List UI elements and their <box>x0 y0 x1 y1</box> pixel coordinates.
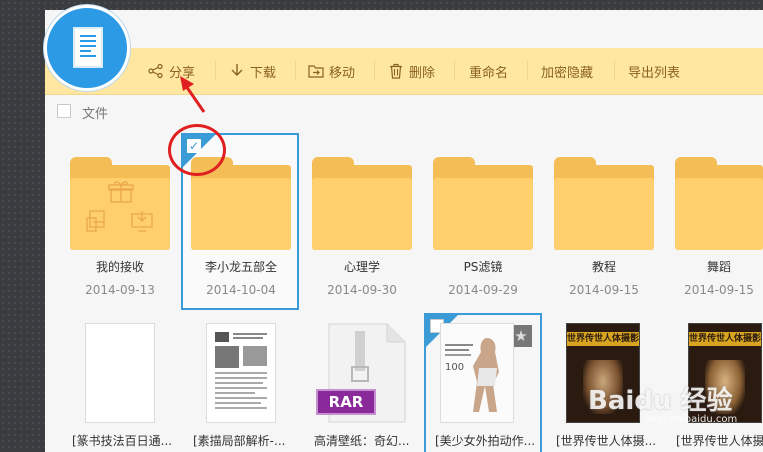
file-name: 高清壁纸：奇幻... <box>314 434 410 448</box>
folder-item[interactable]: 舞蹈 2014-09-15 <box>675 154 763 304</box>
rename-button[interactable]: 重命名 <box>469 48 508 94</box>
folder-date: 2014-09-30 <box>327 283 397 297</box>
watermark-url: jingyan.baidu.com <box>645 414 738 425</box>
move-button[interactable]: 移动 <box>308 48 355 94</box>
folder-item[interactable]: 我的接收 2014-09-13 <box>70 154 170 304</box>
watermark: Baidu 经验 <box>588 386 733 416</box>
move-label: 移动 <box>329 65 356 81</box>
folder-name: 我的接收 <box>95 260 144 274</box>
folder-date: 2014-09-15 <box>569 283 639 297</box>
export-list-label: 导出列表 <box>628 65 681 81</box>
toolbar-divider <box>295 61 296 81</box>
folder-icon <box>433 154 533 250</box>
folder-item[interactable]: 心理学 2014-09-30 <box>312 154 412 304</box>
toolbar-divider <box>374 61 375 81</box>
rar-archive-thumbnail: RAR <box>316 323 407 423</box>
book-page-preview <box>215 332 267 409</box>
annotation-circle <box>168 124 226 176</box>
folder-date: 2014-09-15 <box>684 283 754 297</box>
document-inbox-icon <box>86 210 105 232</box>
file-name: [篆书技法百日通... <box>72 434 173 448</box>
rename-label: 重命名 <box>469 65 509 81</box>
folder-name: PS滤镜 <box>463 260 503 274</box>
folder-item[interactable]: 李小龙五部全 2014-10-04 <box>191 154 291 304</box>
delete-button[interactable]: 删除 <box>388 48 435 94</box>
trash-icon <box>390 63 402 79</box>
folder-name: 心理学 <box>343 260 380 274</box>
folder-item[interactable]: PS滤镜 2014-09-29 <box>433 154 533 304</box>
sketch-book-thumbnail <box>206 323 276 423</box>
book-title: 世界传世人体摄影 <box>689 332 761 346</box>
gift-icon <box>108 181 134 203</box>
export-list-button[interactable]: 导出列表 <box>628 48 680 94</box>
blank-document-thumbnail <box>85 323 155 423</box>
delete-label: 删除 <box>409 65 436 81</box>
file-name: [世界传世人体摄... <box>676 434 763 448</box>
toolbar-divider <box>614 61 615 81</box>
encrypt-hide-label: 加密隐藏 <box>541 65 594 81</box>
annotation-arrow-icon <box>180 76 206 113</box>
book-title: 世界传世人体摄影 <box>567 332 639 346</box>
monitor-download-icon <box>131 211 153 232</box>
magazine-number: 100 <box>445 362 465 373</box>
file-name: [美少女外拍动作... <box>435 434 536 448</box>
folder-date: 2014-10-04 <box>206 283 276 297</box>
download-label: 下载 <box>250 65 277 81</box>
folder-icon <box>70 154 170 250</box>
app-logo <box>44 5 130 91</box>
folder-icon <box>554 154 654 250</box>
toolbar-divider <box>215 61 216 81</box>
toolbar-divider <box>454 61 455 81</box>
folder-icon <box>312 154 412 250</box>
list-header: 文件 <box>45 94 763 128</box>
folder-name: 教程 <box>591 260 616 274</box>
select-all-checkbox[interactable] <box>57 104 71 118</box>
magazine-thumbnail: 100 <box>440 323 514 423</box>
rar-badge: RAR <box>316 389 376 415</box>
folder-icon <box>675 154 763 250</box>
document-icon <box>73 27 103 68</box>
folder-date: 2014-09-13 <box>85 283 155 297</box>
download-icon <box>231 64 243 76</box>
folder-date: 2014-09-29 <box>448 283 518 297</box>
share-icon <box>148 63 163 79</box>
toolbar-divider <box>527 61 528 81</box>
folder-name: 李小龙五部全 <box>204 260 277 274</box>
file-name: [素描局部解析-... <box>193 434 286 448</box>
file-column-label: 文件 <box>82 107 109 122</box>
download-button[interactable]: 下载 <box>229 48 276 94</box>
folder-item[interactable]: 教程 2014-09-15 <box>554 154 654 304</box>
encrypt-hide-button[interactable]: 加密隐藏 <box>541 48 593 94</box>
folder-move-icon <box>308 65 324 78</box>
magazine-cover-preview <box>445 338 499 412</box>
file-name: [世界传世人体摄... <box>556 434 657 448</box>
folder-name: 舞蹈 <box>706 260 731 274</box>
toolbar: 分享 下载 移动 删除 重命名 加密隐藏 导出列表 <box>45 48 763 95</box>
